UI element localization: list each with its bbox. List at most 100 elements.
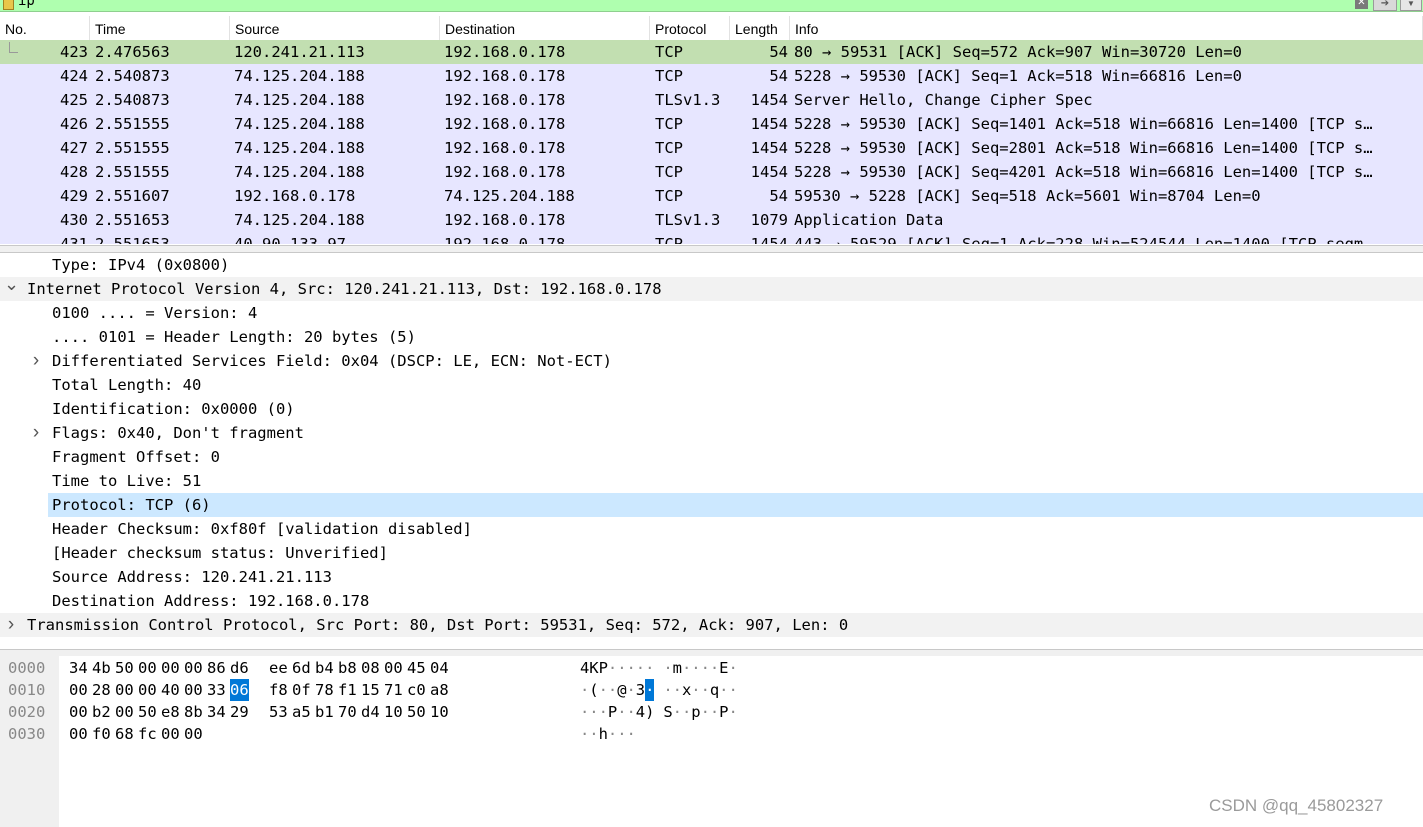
hex-byte[interactable]: 50 [407, 701, 430, 723]
chevron-right-icon[interactable]: › [29, 349, 43, 373]
hex-byte[interactable]: 45 [407, 657, 430, 679]
ascii-char[interactable]: · [691, 679, 700, 701]
hex-byte[interactable]: 06 [230, 679, 249, 701]
ascii-char[interactable]: P [599, 657, 608, 679]
packet-row[interactable]: 428 2.551555 74.125.204.188 192.168.0.178 TC… [0, 160, 1423, 184]
hex-byte[interactable]: 08 [361, 657, 384, 679]
detail-field[interactable]: Fragment Offset: 0 [0, 445, 1423, 469]
hex-byte[interactable]: 70 [338, 701, 361, 723]
detail-field[interactable]: › Differentiated Services Field: 0x04 (DS… [0, 349, 1423, 373]
hex-byte[interactable]: a8 [430, 679, 453, 701]
pane-splitter[interactable] [0, 245, 1423, 253]
hex-byte[interactable]: 0f [292, 679, 315, 701]
hex-bytes[interactable]: 00 b2 00 50 e8 8b 34 29 53 a5 b1 70 d4 10 50 10 [69, 701, 453, 723]
packet-row[interactable]: 424 2.540873 74.125.204.188 192.168.0.178 TC… [0, 64, 1423, 88]
hex-byte[interactable]: 00 [184, 657, 207, 679]
column-header-src[interactable]: Source [230, 16, 440, 40]
column-header-time[interactable]: Time [90, 16, 230, 40]
packet-details[interactable]: Type: IPv4 (0x0800) ⌄ Internet Protocol Ve… [0, 253, 1423, 649]
ascii-char[interactable]: · [682, 657, 691, 679]
detail-field[interactable]: 0100 .... = Version: 4 [0, 301, 1423, 325]
ascii-char[interactable]: · [701, 679, 710, 701]
ascii-char[interactable]: @ [617, 679, 626, 701]
column-header-no[interactable]: No. [0, 16, 90, 40]
hex-byte[interactable]: 33 [207, 679, 230, 701]
hex-byte[interactable]: a5 [292, 701, 315, 723]
hex-byte[interactable]: 00 [161, 657, 184, 679]
display-filter-input[interactable]: ip [18, 0, 35, 8]
detail-field[interactable]: Total Length: 40 [0, 373, 1423, 397]
hex-byte[interactable]: 10 [384, 701, 407, 723]
ascii-char[interactable]: ( [589, 679, 598, 701]
hex-byte[interactable]: 04 [430, 657, 453, 679]
ascii-char[interactable]: 4 [636, 701, 645, 723]
ascii-char[interactable]: · [710, 701, 719, 723]
ascii-char[interactable]: · [589, 701, 598, 723]
hex-byte[interactable]: f8 [269, 679, 292, 701]
ascii-char[interactable]: · [682, 701, 691, 723]
packet-row[interactable]: 426 2.551555 74.125.204.188 192.168.0.178 TC… [0, 112, 1423, 136]
hex-bytes[interactable]: 34 4b 50 00 00 00 86 d6 ee 6d b4 b8 08 00 45 04 [69, 657, 453, 679]
hex-byte[interactable]: b1 [315, 701, 338, 723]
detail-protocol-header[interactable]: ⌄ Internet Protocol Version 4, Src: 120.2… [0, 274, 1423, 301]
hex-byte[interactable]: e8 [161, 701, 184, 723]
bookmark-icon[interactable] [3, 0, 14, 10]
ascii-char[interactable]: E [719, 657, 728, 679]
ascii-char[interactable]: 3 [636, 679, 645, 701]
ascii-char[interactable]: · [701, 657, 710, 679]
packet-list[interactable]: No. Time Source Destination Protocol Length In… [0, 16, 1423, 244]
ascii-char[interactable]: · [589, 723, 598, 745]
packet-row[interactable]: 427 2.551555 74.125.204.188 192.168.0.178 TC… [0, 136, 1423, 160]
hex-byte[interactable]: 10 [430, 701, 453, 723]
ascii-char[interactable]: · [617, 723, 626, 745]
ascii-bytes[interactable]: 4KP····· ·m····E· [580, 657, 738, 679]
hex-byte[interactable]: f1 [338, 679, 361, 701]
ascii-char[interactable]: · [719, 679, 728, 701]
hex-byte[interactable]: 53 [269, 701, 292, 723]
ascii-char[interactable]: · [728, 657, 737, 679]
ascii-char[interactable]: · [691, 657, 700, 679]
hex-byte[interactable]: 15 [361, 679, 384, 701]
hex-byte[interactable]: 4b [92, 657, 115, 679]
ascii-char[interactable]: · [580, 701, 589, 723]
chevron-right-icon[interactable]: › [4, 613, 18, 637]
ascii-char[interactable]: · [617, 701, 626, 723]
ascii-char[interactable]: ) [645, 701, 654, 723]
ascii-char[interactable]: h [599, 723, 608, 745]
ascii-char[interactable]: · [626, 723, 635, 745]
hex-byte[interactable]: 6d [292, 657, 315, 679]
x-icon[interactable]: ✕ [1355, 0, 1368, 9]
ascii-char[interactable]: S [663, 701, 672, 723]
hex-byte[interactable]: d6 [230, 657, 253, 679]
hex-byte[interactable]: b2 [92, 701, 115, 723]
detail-protocol-header[interactable]: › Transmission Control Protocol, Src Port… [0, 613, 1423, 637]
ascii-bytes[interactable]: ··h··· [580, 723, 636, 745]
hex-bytes[interactable]: 00 f0 68 fc 00 00 [69, 723, 207, 745]
chevron-down-icon[interactable]: ⌄ [4, 272, 19, 296]
hex-byte[interactable]: 00 [384, 657, 407, 679]
ascii-bytes[interactable]: ·(··@·3· ··x··q·· [580, 679, 738, 701]
hex-byte[interactable]: 68 [115, 723, 138, 745]
ascii-char[interactable]: · [608, 657, 617, 679]
ascii-char[interactable]: · [580, 723, 589, 745]
hex-byte[interactable]: b4 [315, 657, 338, 679]
hex-byte[interactable]: 86 [207, 657, 230, 679]
hex-byte[interactable]: d4 [361, 701, 384, 723]
hex-byte[interactable]: 00 [184, 679, 207, 701]
hex-byte[interactable]: f0 [92, 723, 115, 745]
ascii-char[interactable]: · [599, 679, 608, 701]
hex-byte[interactable]: ee [269, 657, 292, 679]
ascii-char[interactable]: P [719, 701, 728, 723]
column-header-info[interactable]: Info [790, 16, 1423, 40]
ascii-char[interactable]: P [608, 701, 617, 723]
hex-byte[interactable]: 8b [184, 701, 207, 723]
hex-byte[interactable]: c0 [407, 679, 430, 701]
hex-byte[interactable]: 00 [184, 723, 207, 745]
hex-byte[interactable]: 00 [115, 701, 138, 723]
ascii-bytes[interactable]: ···P··4) S··p··P· [580, 701, 738, 723]
hex-byte[interactable]: fc [138, 723, 161, 745]
hex-byte[interactable]: 00 [115, 679, 138, 701]
hex-byte[interactable]: 78 [315, 679, 338, 701]
ascii-char[interactable]: p [691, 701, 700, 723]
ascii-char[interactable]: · [636, 657, 645, 679]
